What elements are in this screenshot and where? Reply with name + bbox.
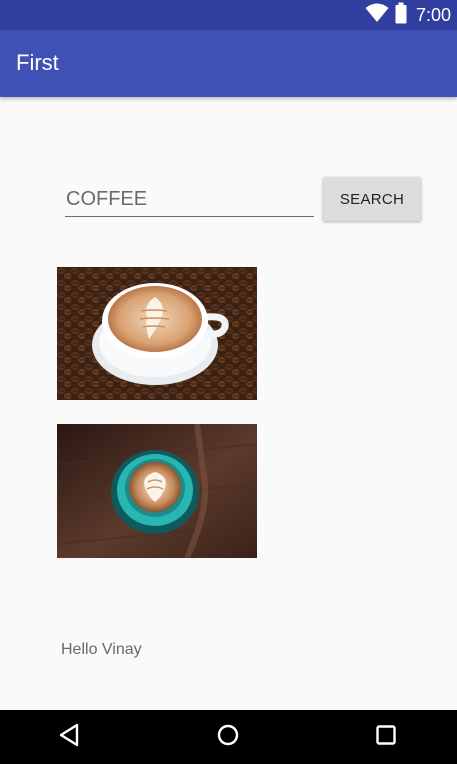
- search-input[interactable]: [65, 186, 314, 217]
- recents-icon: [375, 724, 397, 751]
- wifi-icon: [365, 3, 389, 28]
- battery-icon: [395, 2, 407, 29]
- status-icons: 7:00: [365, 0, 451, 30]
- home-button[interactable]: [198, 710, 258, 764]
- search-button[interactable]: SEARCH: [323, 177, 421, 221]
- result-image-cappuccino: [57, 267, 257, 400]
- nav-bar: [0, 710, 457, 764]
- app-bar: First: [0, 30, 457, 97]
- home-icon: [216, 723, 240, 752]
- recents-button[interactable]: [356, 710, 416, 764]
- greeting-text: Hello Vinay: [61, 641, 142, 658]
- back-button[interactable]: [39, 710, 99, 764]
- status-bar: 7:00: [0, 0, 457, 30]
- back-icon: [58, 723, 80, 752]
- status-time: 7:00: [415, 4, 451, 25]
- app-title: First: [16, 50, 59, 75]
- result-image-latte: [57, 424, 257, 558]
